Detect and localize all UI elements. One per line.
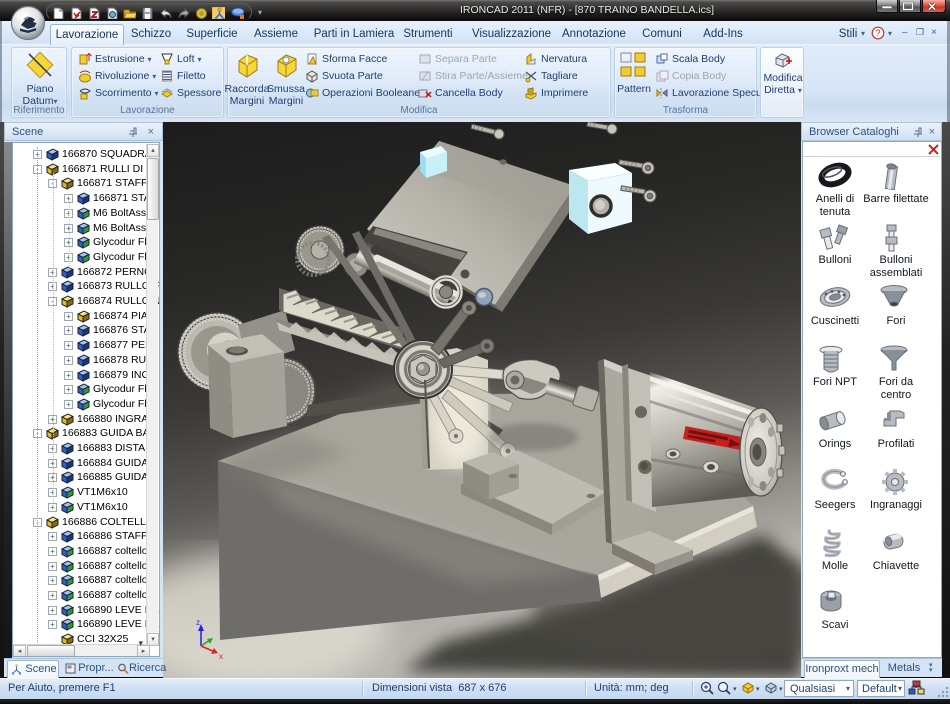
svg-text:?: ? [875,28,880,38]
svg-text:x: x [219,652,223,661]
svg-text:z: z [196,618,200,627]
